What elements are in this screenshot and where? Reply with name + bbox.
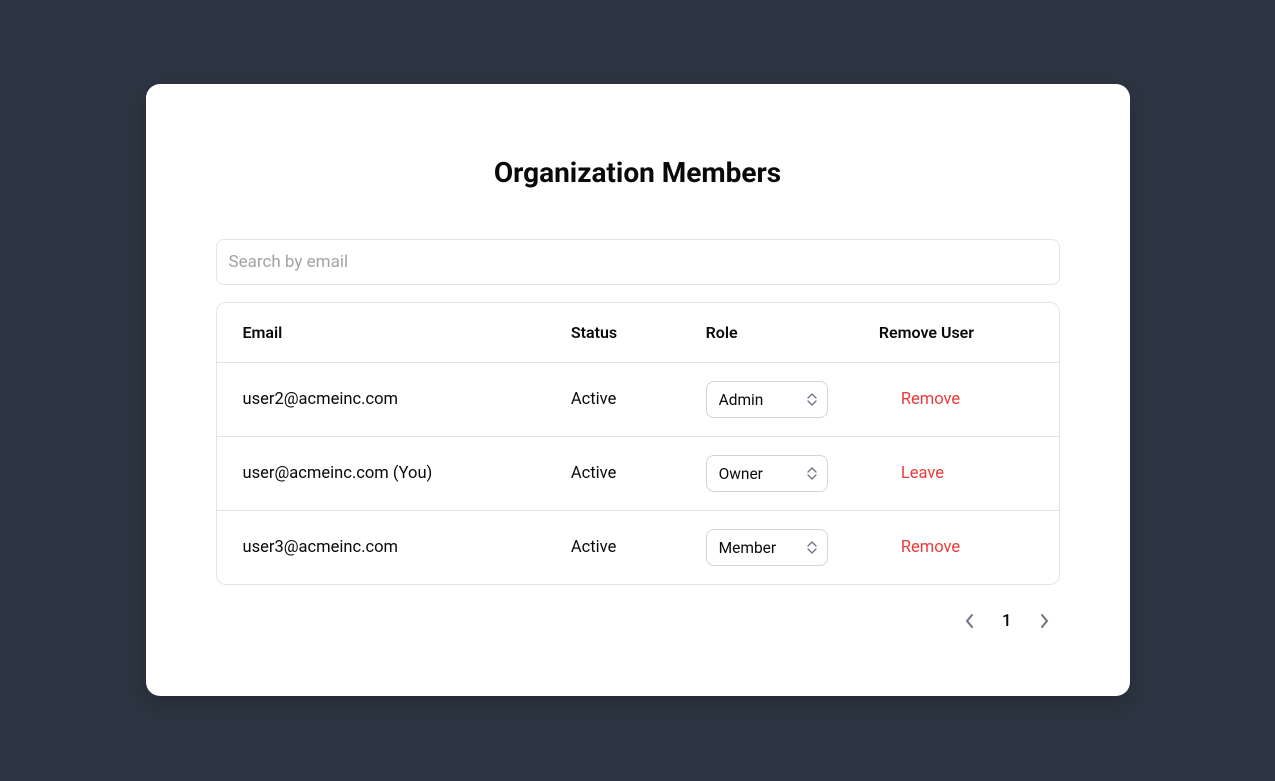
members-card: Organization Members Email Status Role R…	[146, 84, 1130, 696]
column-header-status: Status	[545, 303, 680, 363]
cell-action: Remove	[865, 511, 1059, 585]
table-row: user2@acmeinc.com Active Admin Remove	[217, 363, 1059, 437]
column-header-email: Email	[217, 303, 545, 363]
remove-button[interactable]: Remove	[901, 390, 960, 409]
role-select-value: Member	[719, 539, 777, 557]
chevron-right-icon	[1038, 612, 1050, 630]
role-select-value: Owner	[719, 465, 763, 483]
cell-status: Active	[545, 511, 680, 585]
cell-action: Remove	[865, 363, 1059, 437]
column-header-action: Remove User	[865, 303, 1059, 363]
prev-page-button[interactable]	[960, 608, 980, 634]
search-input[interactable]	[216, 239, 1060, 285]
cell-action: Leave	[865, 437, 1059, 511]
pagination: 1	[216, 608, 1060, 634]
cell-email: user3@acmeinc.com	[217, 511, 545, 585]
page-number: 1	[1002, 611, 1012, 631]
next-page-button[interactable]	[1034, 608, 1054, 634]
chevrons-up-down-icon	[807, 467, 817, 480]
role-select[interactable]: Admin	[706, 381, 828, 418]
remove-button[interactable]: Remove	[901, 538, 960, 557]
cell-email: user2@acmeinc.com	[217, 363, 545, 437]
cell-status: Active	[545, 363, 680, 437]
chevrons-up-down-icon	[807, 393, 817, 406]
table-row: user3@acmeinc.com Active Member Remove	[217, 511, 1059, 585]
role-select[interactable]: Member	[706, 529, 828, 566]
column-header-role: Role	[680, 303, 865, 363]
cell-role: Member	[680, 511, 865, 585]
members-table: Email Status Role Remove User user2@acme…	[217, 303, 1059, 584]
cell-status: Active	[545, 437, 680, 511]
table-header-row: Email Status Role Remove User	[217, 303, 1059, 363]
chevron-left-icon	[964, 612, 976, 630]
role-select-value: Admin	[719, 391, 764, 409]
cell-role: Admin	[680, 363, 865, 437]
members-table-wrapper: Email Status Role Remove User user2@acme…	[216, 302, 1060, 585]
cell-role: Owner	[680, 437, 865, 511]
leave-button[interactable]: Leave	[901, 464, 944, 483]
page-title: Organization Members	[216, 156, 1060, 189]
role-select[interactable]: Owner	[706, 455, 828, 492]
cell-email: user@acmeinc.com (You)	[217, 437, 545, 511]
table-row: user@acmeinc.com (You) Active Owner Leav…	[217, 437, 1059, 511]
chevrons-up-down-icon	[807, 541, 817, 554]
